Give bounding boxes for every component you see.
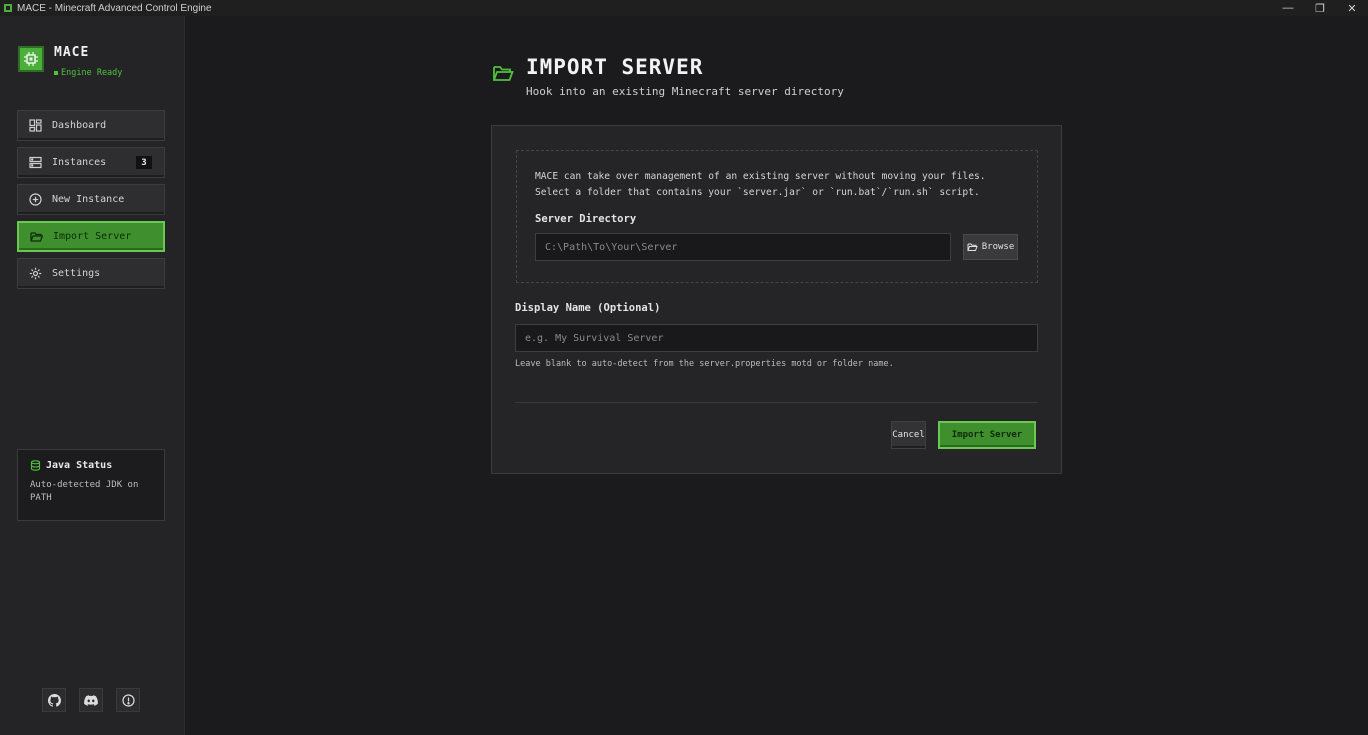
folder-open-icon bbox=[967, 243, 978, 251]
brand-name: MACE bbox=[54, 45, 90, 60]
folder-open-icon bbox=[492, 63, 514, 83]
status-dot-icon bbox=[54, 71, 58, 75]
sidebar-item-label: Settings bbox=[52, 268, 101, 279]
social-links bbox=[42, 688, 140, 712]
info-text-line-2: Select a folder that contains your `serv… bbox=[535, 187, 980, 198]
sidebar-item-label: New Instance bbox=[52, 194, 125, 205]
window-titlebar: MACE - Minecraft Advanced Control Engine… bbox=[0, 0, 1368, 16]
server-directory-label: Server Directory bbox=[535, 213, 637, 225]
window-title: MACE - Minecraft Advanced Control Engine bbox=[17, 2, 212, 14]
java-status-card: Java Status Auto-detected JDK on PATH bbox=[17, 449, 165, 521]
github-button[interactable] bbox=[42, 688, 66, 712]
database-icon bbox=[30, 460, 41, 471]
import-server-button[interactable]: Import Server bbox=[938, 421, 1036, 449]
info-icon bbox=[121, 693, 135, 707]
info-button[interactable] bbox=[116, 688, 140, 712]
server-stack-icon bbox=[29, 156, 42, 169]
display-name-input[interactable] bbox=[515, 324, 1038, 352]
display-name-label: Display Name (Optional) bbox=[515, 302, 661, 314]
sidebar-item-label: Import Server bbox=[53, 231, 132, 242]
folder-open-icon bbox=[30, 230, 43, 243]
sidebar-item-import-server[interactable]: Import Server bbox=[17, 221, 165, 252]
cancel-button[interactable]: Cancel bbox=[891, 421, 926, 449]
engine-status: Engine Ready bbox=[54, 68, 122, 78]
github-icon bbox=[47, 693, 61, 707]
form-divider bbox=[515, 402, 1038, 403]
dashboard-grid-icon bbox=[29, 119, 42, 132]
plus-circle-icon bbox=[29, 193, 42, 206]
brand: MACE Engine Ready bbox=[18, 45, 122, 78]
app-icon bbox=[3, 3, 13, 13]
close-button[interactable]: ✕ bbox=[1336, 0, 1368, 16]
page-header: IMPORT SERVER Hook into an existing Mine… bbox=[492, 55, 844, 98]
server-directory-input[interactable] bbox=[535, 233, 951, 261]
sidebar-item-new-instance[interactable]: New Instance bbox=[17, 184, 165, 215]
java-status-description: Auto-detected JDK on PATH bbox=[30, 480, 139, 503]
info-text-line-1: MACE can take over management of an exis… bbox=[535, 171, 986, 182]
page-subtitle: Hook into an existing Minecraft server d… bbox=[526, 85, 844, 98]
sidebar-item-instances[interactable]: Instances 3 bbox=[17, 147, 165, 178]
instances-count-badge: 3 bbox=[136, 156, 152, 169]
server-directory-section: MACE can take over management of an exis… bbox=[516, 150, 1038, 283]
engine-status-label: Engine Ready bbox=[61, 68, 123, 78]
sidebar-item-label: Instances bbox=[52, 157, 107, 168]
page-title: IMPORT SERVER bbox=[526, 55, 704, 79]
browse-button[interactable]: Browse bbox=[963, 234, 1018, 260]
java-status-title: Java Status bbox=[30, 460, 152, 471]
browse-button-label: Browse bbox=[981, 242, 1015, 252]
sidebar-item-dashboard[interactable]: Dashboard bbox=[17, 110, 165, 141]
discord-button[interactable] bbox=[79, 688, 103, 712]
sidebar-item-settings[interactable]: Settings bbox=[17, 258, 165, 289]
chip-logo-icon bbox=[18, 46, 44, 72]
display-name-hint: Leave blank to auto-detect from the serv… bbox=[515, 359, 894, 369]
discord-icon bbox=[84, 694, 98, 706]
restore-button[interactable]: ❐ bbox=[1304, 0, 1336, 16]
import-form-card: MACE can take over management of an exis… bbox=[491, 125, 1062, 474]
window-controls: — ❐ ✕ bbox=[1272, 0, 1368, 16]
java-status-label: Java Status bbox=[46, 460, 113, 471]
minimize-button[interactable]: — bbox=[1272, 0, 1304, 16]
sidebar-nav: Dashboard Instances 3 New Instance Impor… bbox=[17, 110, 165, 295]
sidebar-item-label: Dashboard bbox=[52, 120, 107, 131]
sidebar: MACE Engine Ready Dashboard Instances 3 … bbox=[0, 16, 185, 735]
gear-icon bbox=[29, 267, 42, 280]
